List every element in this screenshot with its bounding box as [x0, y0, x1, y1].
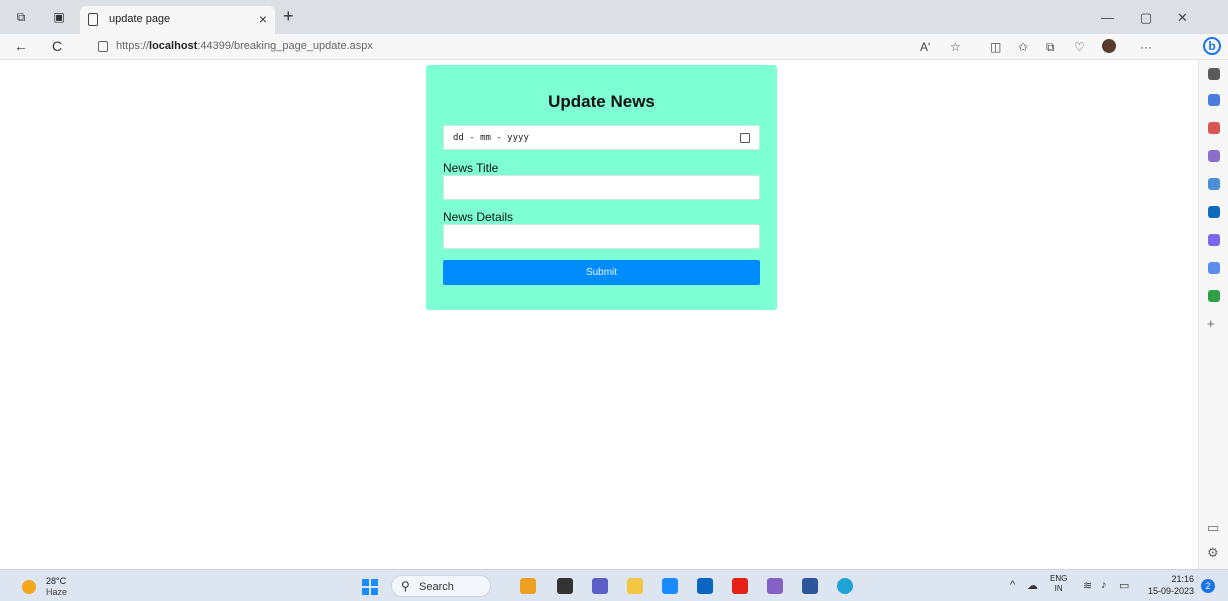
taskbar-search[interactable]: ⚲ Search	[391, 575, 491, 597]
tab-strip: ⧉ ▣ update page × + — ▢ ✕	[0, 0, 1228, 34]
tab-actions-icon[interactable]: ▣	[52, 10, 66, 24]
tab-close-button[interactable]: ×	[259, 11, 267, 27]
drop-icon[interactable]	[1208, 262, 1220, 274]
tab-title: update page	[109, 13, 171, 25]
edge-app-icon[interactable]	[837, 578, 853, 594]
minimize-button[interactable]: —	[1101, 10, 1114, 25]
outlook-icon[interactable]	[1208, 206, 1220, 218]
search-label: Search	[419, 581, 454, 593]
weather-condition: Haze	[46, 587, 68, 597]
sidebar-settings-icon[interactable]: ⚙	[1207, 545, 1219, 561]
wifi-icon[interactable]: ≋	[1083, 579, 1092, 592]
battery-icon[interactable]: ▭	[1119, 579, 1129, 592]
page-icon	[88, 13, 98, 26]
search-magnifier-icon: ⚲	[401, 579, 410, 593]
add-sidebar-app-icon[interactable]: +	[1207, 316, 1215, 331]
sidebar-panel-icon[interactable]: ▭	[1207, 520, 1219, 536]
lang-region: IN	[1054, 584, 1063, 593]
favorite-star-icon[interactable]: ☆	[950, 40, 961, 54]
tray-chevron-icon[interactable]: ^	[1010, 579, 1015, 591]
browser-essentials-icon[interactable]: ♡	[1074, 40, 1085, 54]
browser-window: ⧉ ▣ update page × + — ▢ ✕ ← C https://lo…	[0, 0, 1228, 601]
visual-studio-icon[interactable]	[767, 578, 783, 594]
date-placeholder: dd - mm - yyyy	[453, 133, 529, 143]
page-title: Update News	[548, 92, 655, 111]
weather-temp: 28°C	[46, 576, 67, 586]
url-text: https://localhost:44399/breaking_page_up…	[116, 40, 373, 52]
edge-sidebar: + ▭ ⚙	[1198, 60, 1228, 569]
language-indicator[interactable]: ENG IN	[1050, 574, 1067, 594]
folder-icon[interactable]	[627, 578, 643, 594]
back-button[interactable]: ←	[14, 38, 28, 54]
haze-sun-icon	[22, 580, 36, 594]
onedrive-icon[interactable]: ☁	[1027, 579, 1038, 592]
notification-badge[interactable]: 2	[1201, 579, 1215, 593]
widget-app-icon[interactable]	[520, 578, 536, 594]
tree-icon[interactable]	[1208, 290, 1220, 302]
read-aloud-icon[interactable]: Aʹ	[920, 40, 930, 54]
profile-avatar-icon[interactable]	[1102, 39, 1116, 53]
bing-copilot-icon[interactable]: b	[1203, 37, 1221, 55]
volume-icon[interactable]: ♪	[1101, 579, 1107, 591]
workspaces-icon[interactable]: ⧉	[14, 10, 28, 24]
clock-date: 15-09-2023	[1147, 586, 1194, 596]
submit-button[interactable]: Submit	[443, 260, 760, 285]
outlook-app-icon[interactable]	[662, 578, 678, 594]
start-button[interactable]	[362, 579, 378, 595]
tag-icon[interactable]	[1208, 94, 1220, 106]
shopping-icon[interactable]	[1208, 122, 1220, 134]
favorites-icon[interactable]: ✩	[1018, 40, 1028, 54]
close-window-button[interactable]: ✕	[1177, 10, 1188, 26]
search-icon[interactable]	[1208, 68, 1220, 80]
word-app-icon[interactable]	[802, 578, 818, 594]
news-title-label: News Title	[443, 161, 499, 175]
news-title-input[interactable]	[443, 175, 760, 200]
lock-icon[interactable]	[98, 41, 108, 52]
restore-button[interactable]: ▢	[1140, 10, 1152, 26]
youtube-app-icon[interactable]	[732, 578, 748, 594]
date-input[interactable]: dd - mm - yyyy	[443, 125, 760, 150]
clock[interactable]: 21:16 15-09-2023	[1142, 573, 1194, 597]
new-tab-button[interactable]: +	[283, 6, 294, 26]
lang-code: ENG	[1050, 574, 1068, 583]
news-details-input[interactable]	[443, 224, 760, 249]
office-icon[interactable]	[1208, 178, 1220, 190]
file-manager-icon[interactable]	[557, 578, 573, 594]
clock-time: 21:16	[1171, 574, 1194, 584]
calendar-icon[interactable]	[740, 133, 750, 143]
address-bar[interactable]: https://localhost:44399/breaking_page_up…	[92, 37, 912, 57]
split-screen-icon[interactable]: ◫	[990, 40, 1001, 54]
news-details-label: News Details	[443, 210, 514, 224]
refresh-button[interactable]: C	[52, 38, 62, 54]
more-menu-icon[interactable]: ···	[1140, 40, 1152, 54]
collections-icon[interactable]: ⧉	[1046, 40, 1055, 54]
taskbar: 28°C Haze ⚲ Search ^ ☁ ENG IN ≋ ♪ ▭ 21:1…	[0, 569, 1228, 601]
chat-icon[interactable]	[592, 578, 608, 594]
update-news-card: Update News dd - mm - yyyy News Title Ne…	[426, 65, 777, 310]
address-toolbar: ← C https://localhost:44399/breaking_pag…	[0, 34, 1228, 60]
tab-update-page[interactable]: update page ×	[80, 6, 275, 34]
designer-icon[interactable]	[1208, 234, 1220, 246]
linkedin-app-icon[interactable]	[697, 578, 713, 594]
people-icon[interactable]	[1208, 150, 1220, 162]
